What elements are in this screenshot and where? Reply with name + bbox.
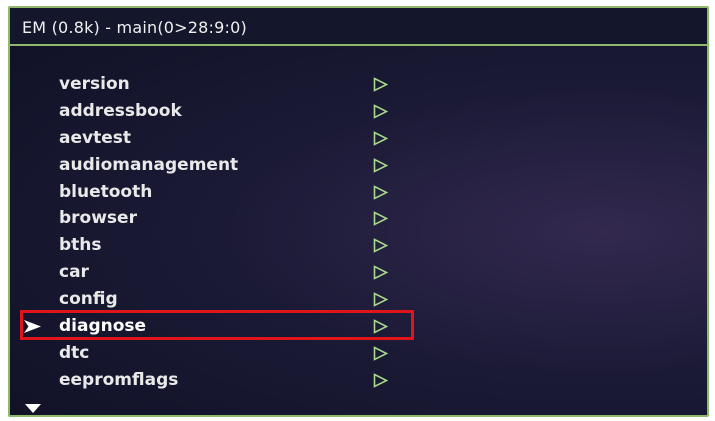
- submenu-arrow-icon: [373, 238, 388, 254]
- menu-item-browser[interactable]: browser: [10, 205, 707, 232]
- title-bar: EM (0.8k) - main(0>28:9:0): [10, 8, 707, 46]
- menu-item-label: addressbook: [59, 100, 182, 121]
- submenu-arrow-icon: [373, 265, 388, 281]
- menu-item-label: aevtest: [59, 127, 131, 148]
- submenu-arrow-icon: [373, 184, 388, 200]
- menu-item-audiomanagement[interactable]: audiomanagement: [10, 152, 707, 179]
- menu-item-addressbook[interactable]: addressbook: [10, 98, 707, 125]
- menu-item-dtc[interactable]: dtc: [10, 340, 707, 367]
- menu-item-label: bluetooth: [59, 181, 153, 202]
- menu-item-label: version: [59, 74, 130, 94]
- menu-item-label: car: [59, 262, 89, 283]
- menu-item-label: browser: [59, 208, 137, 229]
- menu-list: version addressbook aevtest audiomanagem…: [10, 71, 707, 394]
- menu-item-version[interactable]: version: [10, 71, 707, 98]
- menu-item-label: config: [59, 289, 118, 310]
- em-screen: EM (0.8k) - main(0>28:9:0) version addre…: [8, 6, 709, 417]
- window-title: EM (0.8k) - main(0>28:9:0): [22, 18, 247, 37]
- submenu-arrow-icon: [373, 373, 388, 388]
- submenu-arrow-icon: [373, 292, 388, 307]
- submenu-arrow-icon: [373, 157, 388, 173]
- submenu-arrow-icon: [373, 211, 388, 227]
- menu-item-label: dtc: [59, 342, 90, 363]
- menu-item-bluetooth[interactable]: bluetooth: [10, 179, 707, 206]
- submenu-arrow-icon: [373, 104, 388, 119]
- selection-highlight-box: [20, 310, 414, 340]
- menu-item-label: audiomanagement: [59, 154, 239, 175]
- menu-item-config[interactable]: config: [10, 286, 707, 313]
- submenu-arrow-icon: [373, 77, 388, 92]
- scroll-down-icon[interactable]: [25, 404, 41, 413]
- submenu-arrow-icon: [373, 346, 388, 361]
- menu-item-bths[interactable]: bths: [10, 232, 707, 259]
- menu-item-car[interactable]: car: [10, 259, 707, 286]
- submenu-arrow-icon: [373, 130, 388, 146]
- menu-item-aevtest[interactable]: aevtest: [10, 125, 707, 152]
- menu-item-label: bths: [59, 235, 102, 256]
- menu-item-eepromflags[interactable]: eepromflags: [10, 367, 707, 394]
- menu-item-label: eepromflags: [59, 369, 179, 390]
